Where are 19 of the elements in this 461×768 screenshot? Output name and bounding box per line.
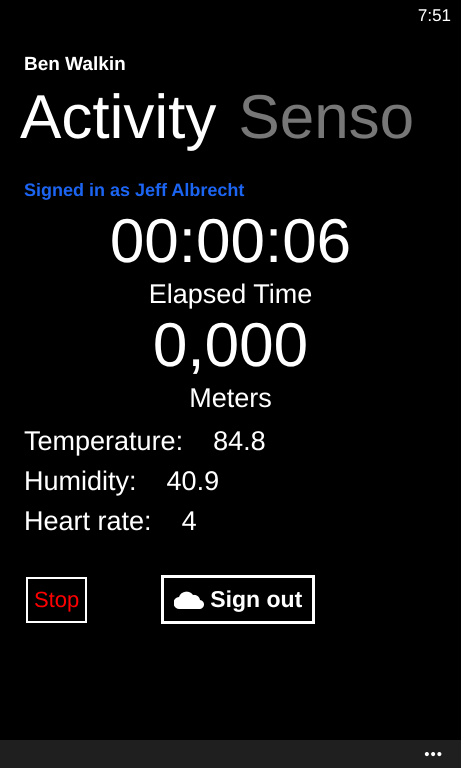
reading-value: 84.8 [213, 425, 266, 458]
elapsed-time-label: Elapsed Time [148, 278, 312, 311]
clock-time: 7:51 [418, 6, 451, 27]
reading-value: 4 [182, 505, 197, 538]
cloud-icon [174, 590, 204, 608]
pivot-tab[interactable]: Activity [20, 78, 216, 158]
sign-out-button[interactable]: Sign out [161, 575, 316, 624]
reading-value: 40.9 [166, 465, 220, 498]
signed-in-status: Signed in as Jeff Albrecht [24, 180, 246, 201]
distance-value: 0,000 [152, 311, 308, 381]
reading-label: Temperature: [24, 425, 184, 458]
elapsed-time-value: 00:00:06 [110, 207, 352, 277]
stop-button[interactable]: Stop [26, 576, 88, 622]
reading-label: Humidity: [24, 465, 137, 498]
more-button[interactable]: ••• [424, 746, 443, 762]
reading-label: Heart rate: [24, 505, 152, 538]
app-title: Ben Walkin [24, 54, 127, 76]
distance-unit: Meters [189, 382, 272, 415]
pivot-tab[interactable]: Senso [238, 78, 414, 158]
